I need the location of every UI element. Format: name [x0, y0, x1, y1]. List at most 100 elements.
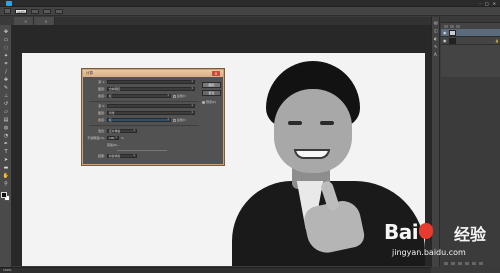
layer-thumbnail: [449, 37, 456, 44]
type-tool-icon[interactable]: T: [2, 149, 10, 155]
layer1-row: 图层: 合并图层: [87, 87, 199, 91]
watermark-jingyan-text: 经验: [454, 225, 487, 244]
document-tab-1[interactable]: ×: [14, 17, 35, 25]
move-tool-icon[interactable]: ✥: [2, 29, 10, 35]
crop-tool-icon[interactable]: ⌗: [2, 61, 10, 67]
options-bar: 100%: [0, 7, 500, 16]
document-tab-bar: × ×: [14, 17, 431, 25]
blend-select[interactable]: 正片叠底: [107, 129, 137, 133]
channel1-select[interactable]: 红: [107, 94, 171, 98]
tab-close-icon[interactable]: ×: [24, 19, 27, 24]
magic-wand-icon[interactable]: ✦: [2, 53, 10, 59]
opacity-label: 不透明度(O):: [87, 136, 105, 140]
portrait-smile: [294, 149, 330, 159]
history-brush-icon[interactable]: ↺: [2, 101, 10, 107]
minimize-icon[interactable]: -: [479, 1, 480, 6]
tab-close-icon[interactable]: ×: [44, 19, 47, 24]
properties-panel-icon[interactable]: ◫: [434, 29, 439, 33]
layer1-select[interactable]: 合并图层: [107, 87, 195, 91]
layer-thumbnail: [449, 29, 456, 36]
section-divider: [89, 101, 199, 102]
marquee-tool-icon[interactable]: ▭: [2, 37, 10, 43]
gradient-tool-icon[interactable]: ▤: [2, 117, 10, 123]
layers-panel: ◉ ◉ 🔒: [441, 17, 500, 77]
visibility-eye-icon[interactable]: ◉: [443, 38, 447, 43]
eraser-tool-icon[interactable]: ▱: [2, 109, 10, 115]
portrait-eye-right: [320, 121, 334, 125]
opacity-slider[interactable]: [117, 150, 167, 151]
layer1-label: 图层:: [97, 87, 105, 91]
dialog-title: 计算: [86, 71, 93, 75]
current-tool-icon[interactable]: [4, 8, 11, 14]
close-window-icon[interactable]: ✕: [493, 1, 496, 6]
channel2-row: 通道: 红 反相(I): [87, 118, 199, 122]
layer2-select[interactable]: 背景: [107, 111, 195, 115]
clone-stamp-icon[interactable]: ⊥: [2, 93, 10, 99]
reset-button[interactable]: 复位: [202, 90, 221, 96]
mask-label[interactable]: 蒙版(K)...: [107, 143, 120, 147]
blur-tool-icon[interactable]: ◍: [2, 125, 10, 131]
visibility-eye-icon[interactable]: ◉: [443, 30, 447, 35]
result-row: 结果: 新建通道: [87, 154, 199, 158]
portrait-eye-left: [288, 121, 302, 125]
layer-row[interactable]: ◉ 🔒: [441, 37, 500, 45]
character-panel-icon[interactable]: A: [434, 53, 439, 57]
tools-panel: ✥ ▭ ◌ ✦ ⌗ ∕ ✚ ✎ ⊥ ↺ ▱ ▤ ◍ ◔ ✒ T ➤ ▬ ✋ ⚲: [0, 25, 12, 267]
dialog-title-bar[interactable]: 计算 ×: [83, 70, 223, 77]
blend-label: 混合:: [97, 129, 105, 133]
brush-panel-icon[interactable]: ✎: [434, 45, 439, 49]
baidu-paw-icon: [419, 223, 433, 239]
lock-icon: 🔒: [495, 38, 499, 43]
source2-row: 源 2:: [87, 104, 199, 108]
dodge-tool-icon[interactable]: ◔: [2, 133, 10, 139]
status-zoom[interactable]: 100%: [3, 268, 12, 272]
option-button-2[interactable]: [43, 8, 51, 14]
source2-select[interactable]: [107, 104, 195, 108]
channel2-select[interactable]: 红: [107, 118, 171, 122]
filter-icon[interactable]: [444, 24, 448, 28]
hand-tool-icon[interactable]: ✋: [2, 173, 10, 179]
watermark-url: jingyan.baidu.com: [392, 248, 466, 257]
dialog-body: 源 1: 图层: 合并图层 通道: 红 反相(I) 源 2: 图层: 背景 通道…: [87, 80, 199, 162]
invert2-checkbox[interactable]: 反相(I): [173, 118, 186, 122]
lasso-tool-icon[interactable]: ◌: [2, 45, 10, 51]
calculations-dialog: 计算 × 源 1: 图层: 合并图层 通道: 红 反相(I) 源 2: 图层: …: [82, 69, 224, 165]
shape-tool-icon[interactable]: ▬: [2, 165, 10, 171]
source1-label: 源 1:: [98, 80, 105, 84]
zoom-tool-icon[interactable]: ⚲: [2, 181, 10, 187]
document-tab-2[interactable]: ×: [34, 17, 55, 25]
opacity-row: 不透明度(O): 100 %: [87, 136, 199, 140]
pen-tool-icon[interactable]: ✒: [2, 141, 10, 147]
status-bar: 100%: [0, 267, 431, 273]
option-button-1[interactable]: [31, 8, 39, 14]
brush-tool-icon[interactable]: ✎: [2, 85, 10, 91]
history-panel-icon[interactable]: ▤: [434, 21, 439, 25]
dialog-close-icon[interactable]: ×: [212, 71, 220, 76]
portrait-face: [274, 89, 352, 173]
invert1-checkbox[interactable]: 反相(I): [173, 94, 186, 98]
preview-checkbox[interactable]: 预览(P): [202, 100, 222, 104]
layer-row[interactable]: ◉: [441, 29, 500, 37]
eyedropper-icon[interactable]: ∕: [2, 69, 10, 75]
mask-row: 蒙版(K)...: [87, 143, 199, 147]
source1-row: 源 1:: [87, 80, 199, 84]
opacity-input[interactable]: 100: [107, 136, 119, 140]
filter-icon[interactable]: [450, 24, 454, 28]
result-select[interactable]: 新建通道: [107, 154, 137, 158]
baidu-jingyan-watermark: Bai 经验 jingyan.baidu.com: [382, 218, 498, 270]
filter-icon[interactable]: [456, 24, 460, 28]
healing-brush-icon[interactable]: ✚: [2, 77, 10, 83]
watermark-bai-text: Bai: [384, 220, 419, 244]
path-selection-icon[interactable]: ➤: [2, 157, 10, 163]
maximize-icon[interactable]: □: [485, 1, 489, 6]
ok-button[interactable]: 确定: [202, 82, 221, 88]
layer2-row: 图层: 背景: [87, 111, 199, 115]
zoom-field[interactable]: 100%: [15, 8, 27, 14]
menu-bar: - □ ✕: [0, 0, 500, 7]
adjustments-panel-icon[interactable]: ◐: [434, 37, 439, 41]
option-button-3[interactable]: [55, 8, 63, 14]
foreground-color-swatch[interactable]: [1, 192, 7, 198]
channel1-row: 通道: 红 反相(I): [87, 94, 199, 98]
source1-select[interactable]: [107, 80, 195, 84]
channel2-label: 通道:: [97, 118, 105, 122]
